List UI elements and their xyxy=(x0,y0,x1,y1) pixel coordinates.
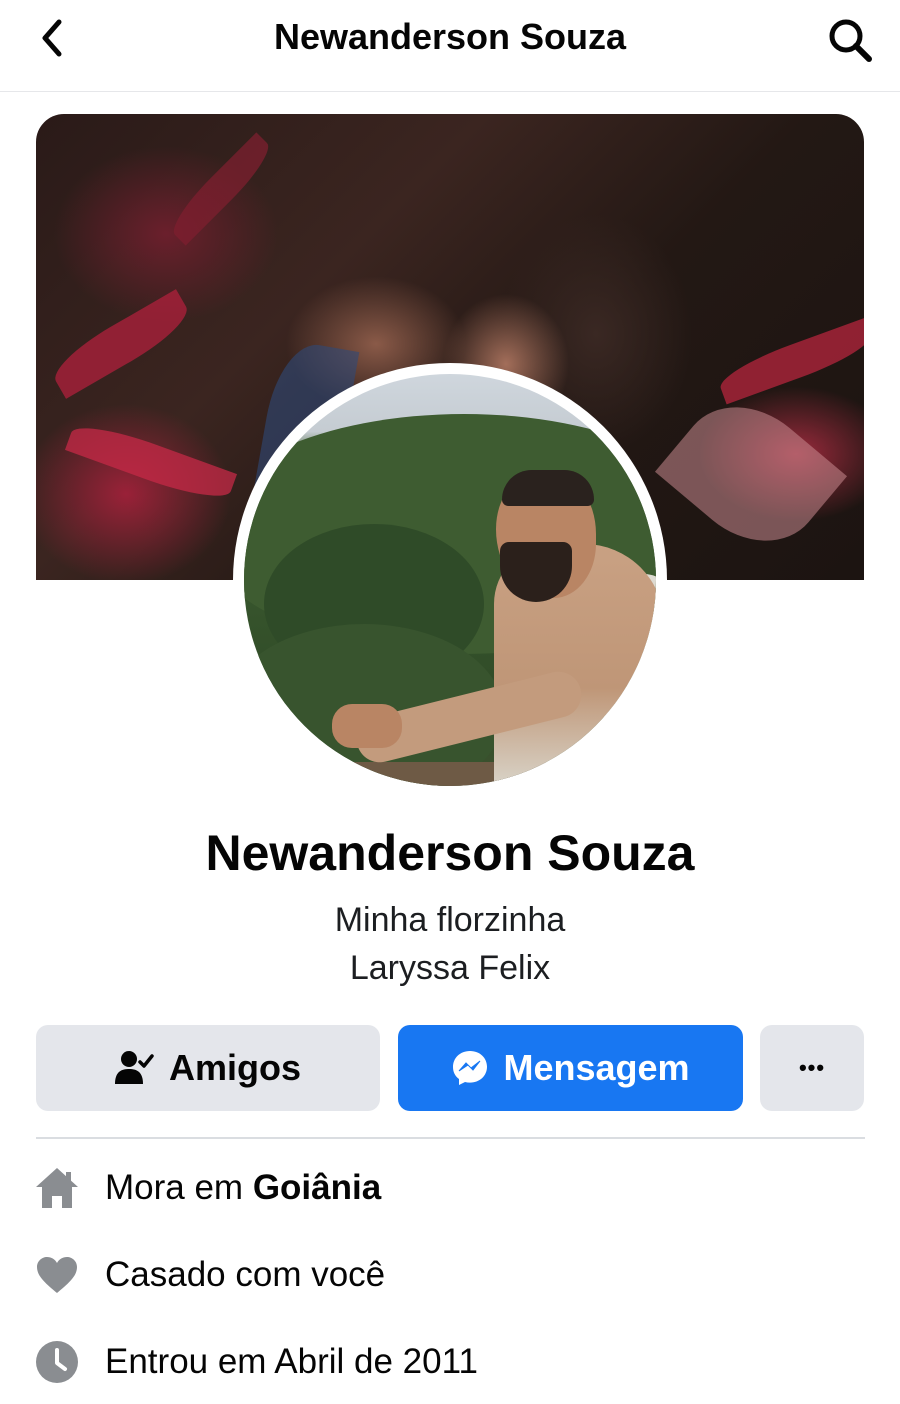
cover-leaf xyxy=(64,416,238,508)
hands xyxy=(332,704,402,748)
detail-lives-in: Mora em Goiânia xyxy=(34,1158,864,1218)
detail-prefix: Mora em xyxy=(105,1168,253,1207)
cover-leaf xyxy=(654,379,848,569)
search-button[interactable] xyxy=(824,14,876,66)
page-title: Newanderson Souza xyxy=(273,16,627,57)
detail-city[interactable]: Goiânia xyxy=(253,1168,381,1207)
friends-label: Amigos xyxy=(168,1047,301,1088)
chevron-left-icon xyxy=(42,19,62,57)
top-bar: Newanderson Souza xyxy=(0,0,900,92)
clock-icon xyxy=(34,1339,80,1385)
home-icon xyxy=(34,1165,80,1211)
detail-relationship: Casado com você xyxy=(34,1245,864,1305)
avatar[interactable] xyxy=(244,374,656,786)
cover-leaf xyxy=(164,132,278,246)
person-check-icon xyxy=(114,1050,155,1086)
hair xyxy=(502,470,594,506)
friends-button[interactable]: Amigos xyxy=(36,1025,380,1111)
message-button[interactable]: Mensagem xyxy=(398,1025,743,1111)
detail-text: Mora em Goiânia xyxy=(105,1168,381,1208)
heart-icon xyxy=(34,1252,80,1298)
more-button[interactable]: ••• xyxy=(760,1025,864,1111)
bio-line: Laryssa Felix xyxy=(349,949,551,987)
messenger-icon xyxy=(451,1049,489,1087)
detail-text: Entrou em Abril de 2011 xyxy=(105,1342,478,1381)
detail-text: Casado com você xyxy=(105,1255,386,1294)
profile-name: Newanderson Souza xyxy=(205,825,695,881)
divider xyxy=(36,1137,865,1139)
cover-leaf xyxy=(715,317,864,405)
detail-joined: Entrou em Abril de 2011 xyxy=(34,1332,864,1392)
search-icon xyxy=(829,19,872,62)
profile-bio: Minha florzinha Laryssa Felix xyxy=(0,896,900,992)
bio-line: Minha florzinha xyxy=(334,901,566,939)
back-button[interactable] xyxy=(28,14,76,62)
more-icon: ••• xyxy=(798,1055,826,1080)
cover-leaf xyxy=(46,289,196,399)
profile-page: Newanderson Souza Newanderson Souza Minh… xyxy=(0,0,900,1404)
message-label: Mensagem xyxy=(503,1047,690,1088)
